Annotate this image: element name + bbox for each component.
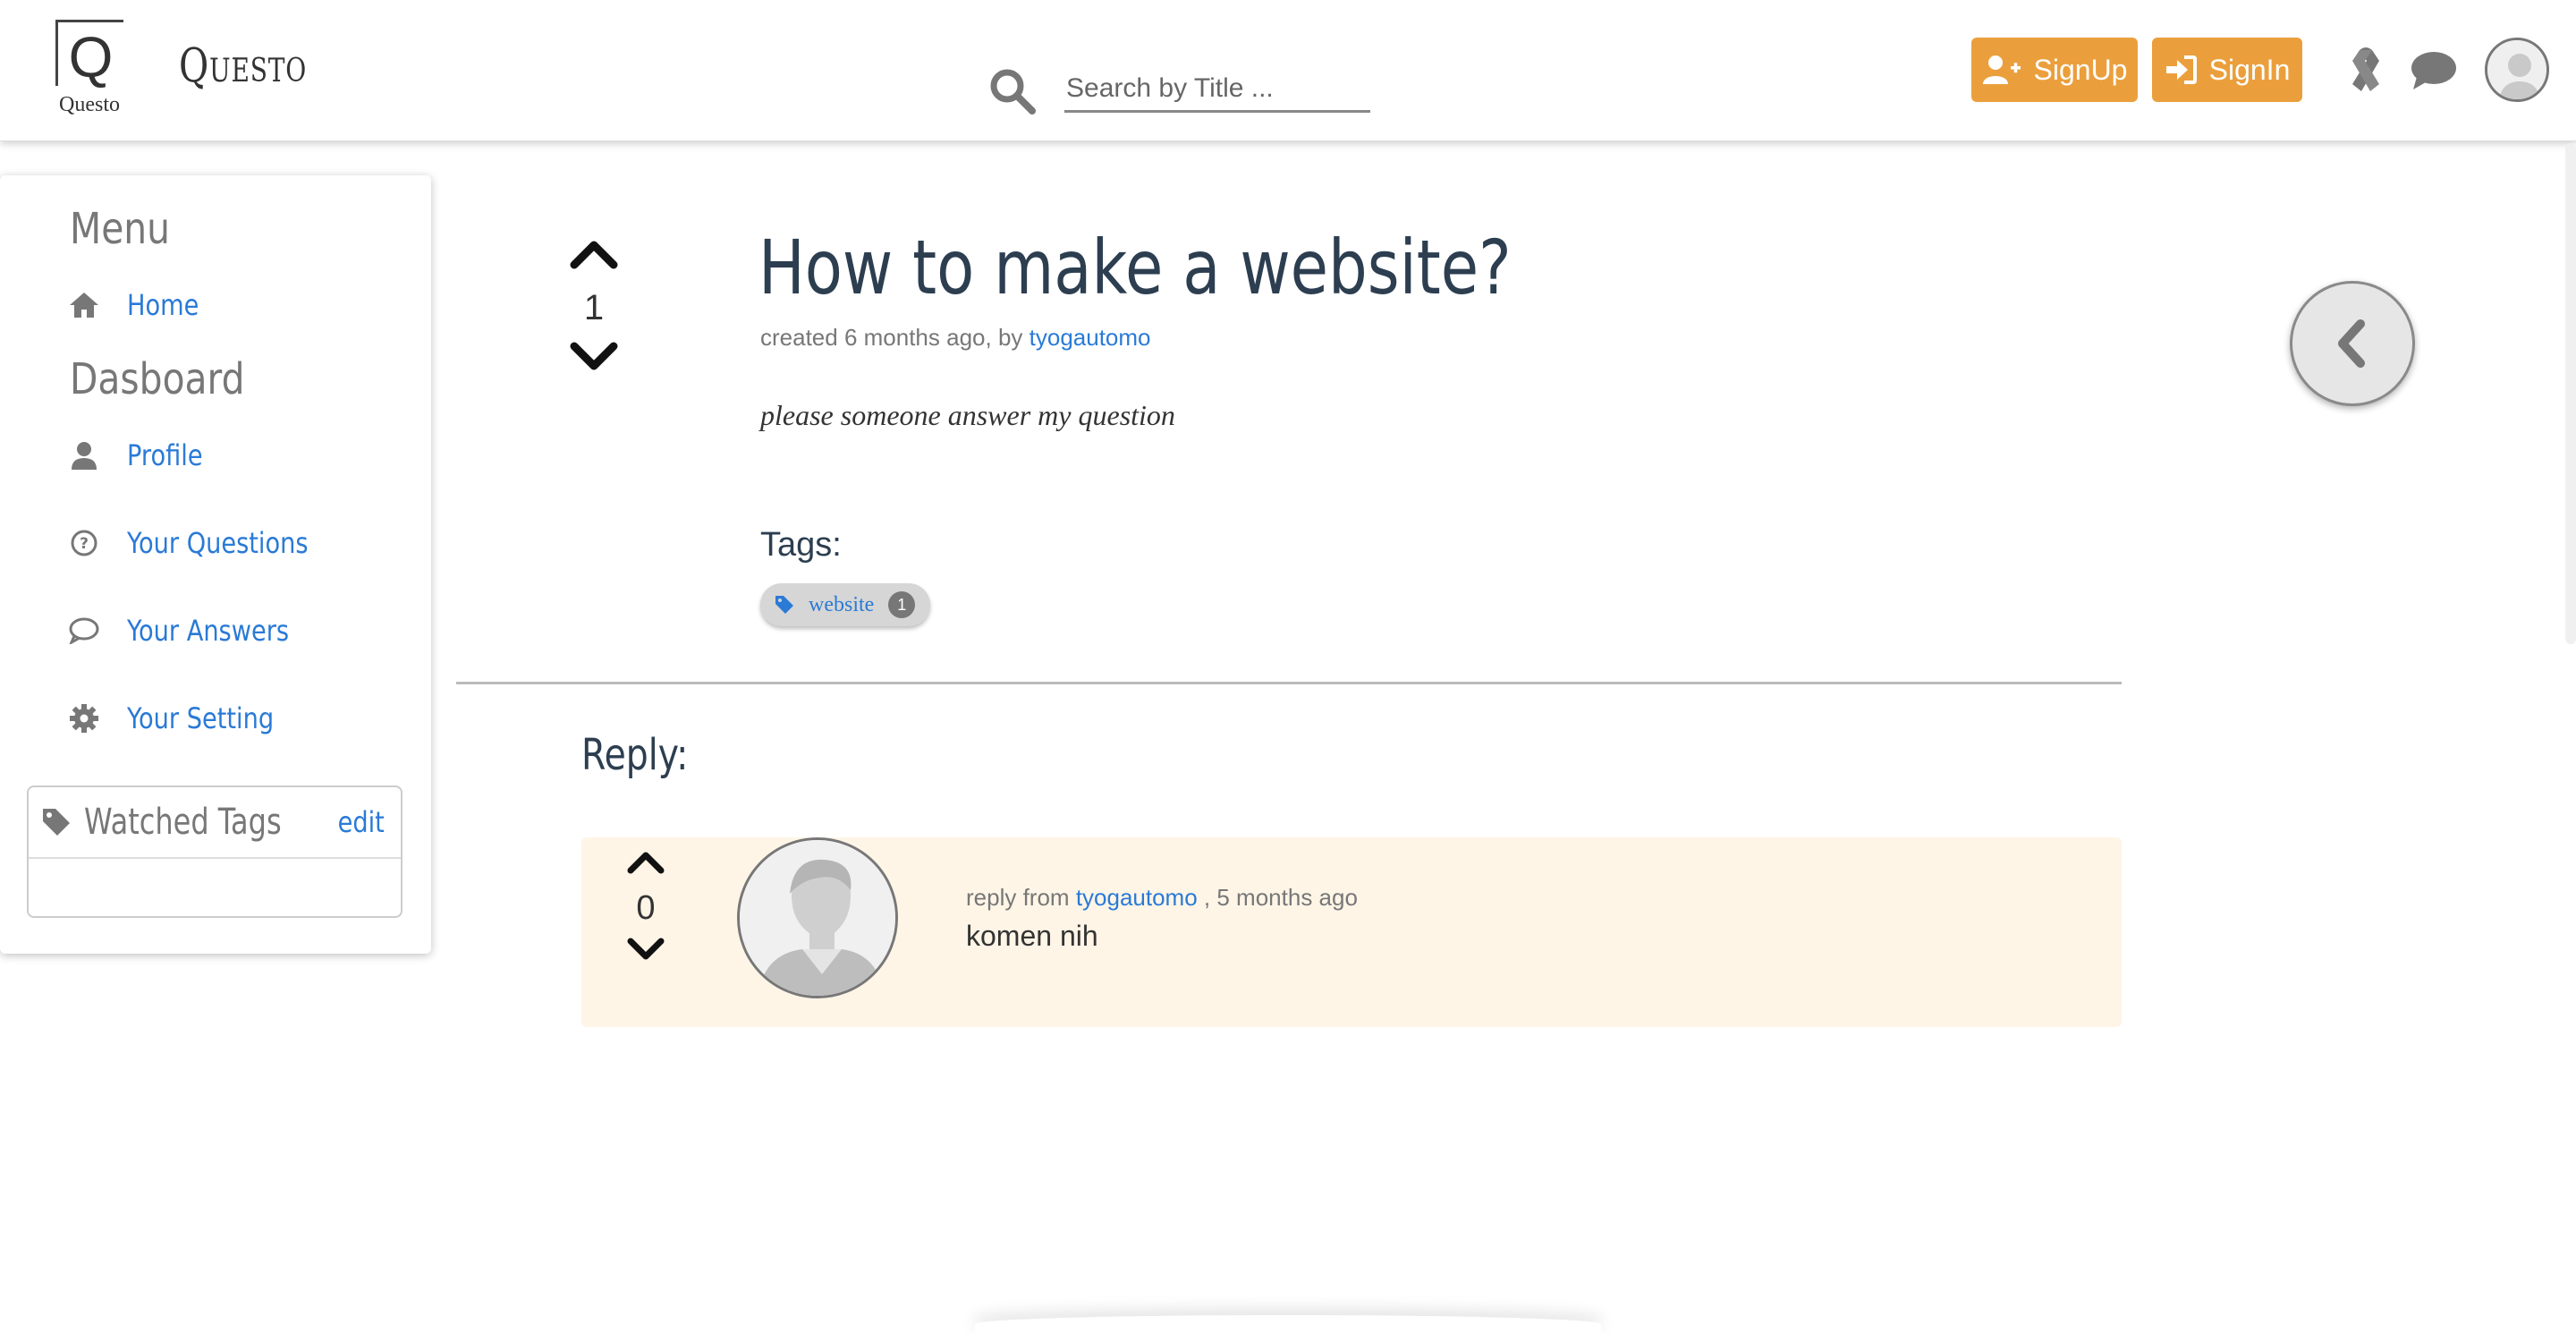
sidebar-item-your-answers[interactable]: Your Answers xyxy=(68,614,318,648)
reply-meta-prefix: reply from xyxy=(966,884,1070,911)
sidebar-item-profile[interactable]: Profile xyxy=(68,438,216,472)
user-icon xyxy=(68,439,100,471)
watched-tags-panel: Watched Tags edit xyxy=(27,785,402,918)
sidebar-item-label: Your Setting xyxy=(127,701,275,735)
reply-vote: 0 xyxy=(624,850,667,962)
tag-icon xyxy=(43,809,70,836)
logo-caption: Questo xyxy=(59,93,120,116)
tag-count-badge: 1 xyxy=(888,591,916,618)
signin-button[interactable]: SignIn xyxy=(2152,38,2302,102)
signup-label: SignUp xyxy=(2033,53,2128,86)
sign-in-icon xyxy=(2165,55,2197,84)
user-plus-icon xyxy=(1982,55,2021,84)
back-button[interactable] xyxy=(2290,281,2415,406)
reply-author-link[interactable]: tyogautomo xyxy=(1076,884,1198,911)
search-input[interactable] xyxy=(1064,66,1370,113)
chevron-left-icon xyxy=(2338,319,2365,368)
search-icon[interactable] xyxy=(987,66,1038,116)
menu-heading: Menu xyxy=(70,204,171,254)
bottom-edge-shadow xyxy=(975,1315,1601,1333)
chat-icon[interactable] xyxy=(2402,39,2465,102)
reply-meta-time: , 5 months ago xyxy=(1203,884,1358,911)
home-icon xyxy=(68,289,100,321)
downvote-chevron-icon[interactable] xyxy=(626,937,665,962)
downvote-chevron-icon[interactable] xyxy=(569,341,619,373)
reply-body: komen nih xyxy=(966,920,1098,952)
tags-label: Tags: xyxy=(760,526,842,564)
reply-meta: reply from tyogautomo , 5 months ago xyxy=(966,884,1358,912)
comment-icon xyxy=(68,615,100,647)
gear-icon xyxy=(68,702,100,734)
reply-vote-count: 0 xyxy=(636,889,656,927)
user-avatar[interactable] xyxy=(2485,38,2549,102)
sidebar-item-your-questions[interactable]: ? Your Questions xyxy=(68,526,340,560)
question-vote-count: 1 xyxy=(583,288,605,327)
logo-letter: Q xyxy=(68,24,114,89)
logo[interactable]: Q xyxy=(55,20,123,86)
ribbon-icon[interactable] xyxy=(2334,39,2397,102)
watched-tags-edit-link[interactable]: edit xyxy=(337,805,384,839)
section-divider xyxy=(456,682,2122,684)
reply-heading: Reply: xyxy=(581,730,689,780)
sidebar-item-label: Your Questions xyxy=(127,526,309,560)
question-meta: created 6 months ago, by tyogautomo xyxy=(760,324,1151,352)
sidebar-item-label: Your Answers xyxy=(127,614,290,648)
sidebar-item-label: Home xyxy=(127,288,199,322)
tag-name: website xyxy=(809,592,875,616)
question-title: How to make a website? xyxy=(758,224,1512,311)
top-header: Q Questo Questo SignUp SignIn xyxy=(0,0,2576,141)
sidebar-item-label: Profile xyxy=(127,438,203,472)
tag-icon xyxy=(775,596,793,614)
question-vote: 1 xyxy=(569,238,619,373)
dashboard-heading: Dasboard xyxy=(70,354,245,404)
svg-text:?: ? xyxy=(80,535,89,553)
upvote-chevron-icon[interactable] xyxy=(626,850,665,875)
signup-button[interactable]: SignUp xyxy=(1971,38,2138,102)
watched-tags-title: Watched Tags xyxy=(84,802,282,843)
page-scrollbar[interactable] xyxy=(2565,143,2576,644)
question-author-link[interactable]: tyogautomo xyxy=(1030,324,1151,351)
question-circle-icon: ? xyxy=(68,527,100,559)
question-meta-prefix: created 6 months ago, by xyxy=(760,324,1023,351)
question-body: please someone answer my question xyxy=(760,399,1175,431)
watched-tags-header: Watched Tags edit xyxy=(29,787,401,859)
sidebar-item-your-setting[interactable]: Your Setting xyxy=(68,701,300,735)
sidebar-item-home[interactable]: Home xyxy=(68,288,212,322)
sidebar: Menu Home Dasboard Profile ? Your Questi… xyxy=(0,175,431,954)
brand-name[interactable]: Questo xyxy=(179,39,307,93)
reply-author-avatar[interactable] xyxy=(737,837,898,998)
signin-label: SignIn xyxy=(2208,53,2291,86)
tag-chip[interactable]: website 1 xyxy=(760,583,930,626)
upvote-chevron-icon[interactable] xyxy=(569,238,619,270)
